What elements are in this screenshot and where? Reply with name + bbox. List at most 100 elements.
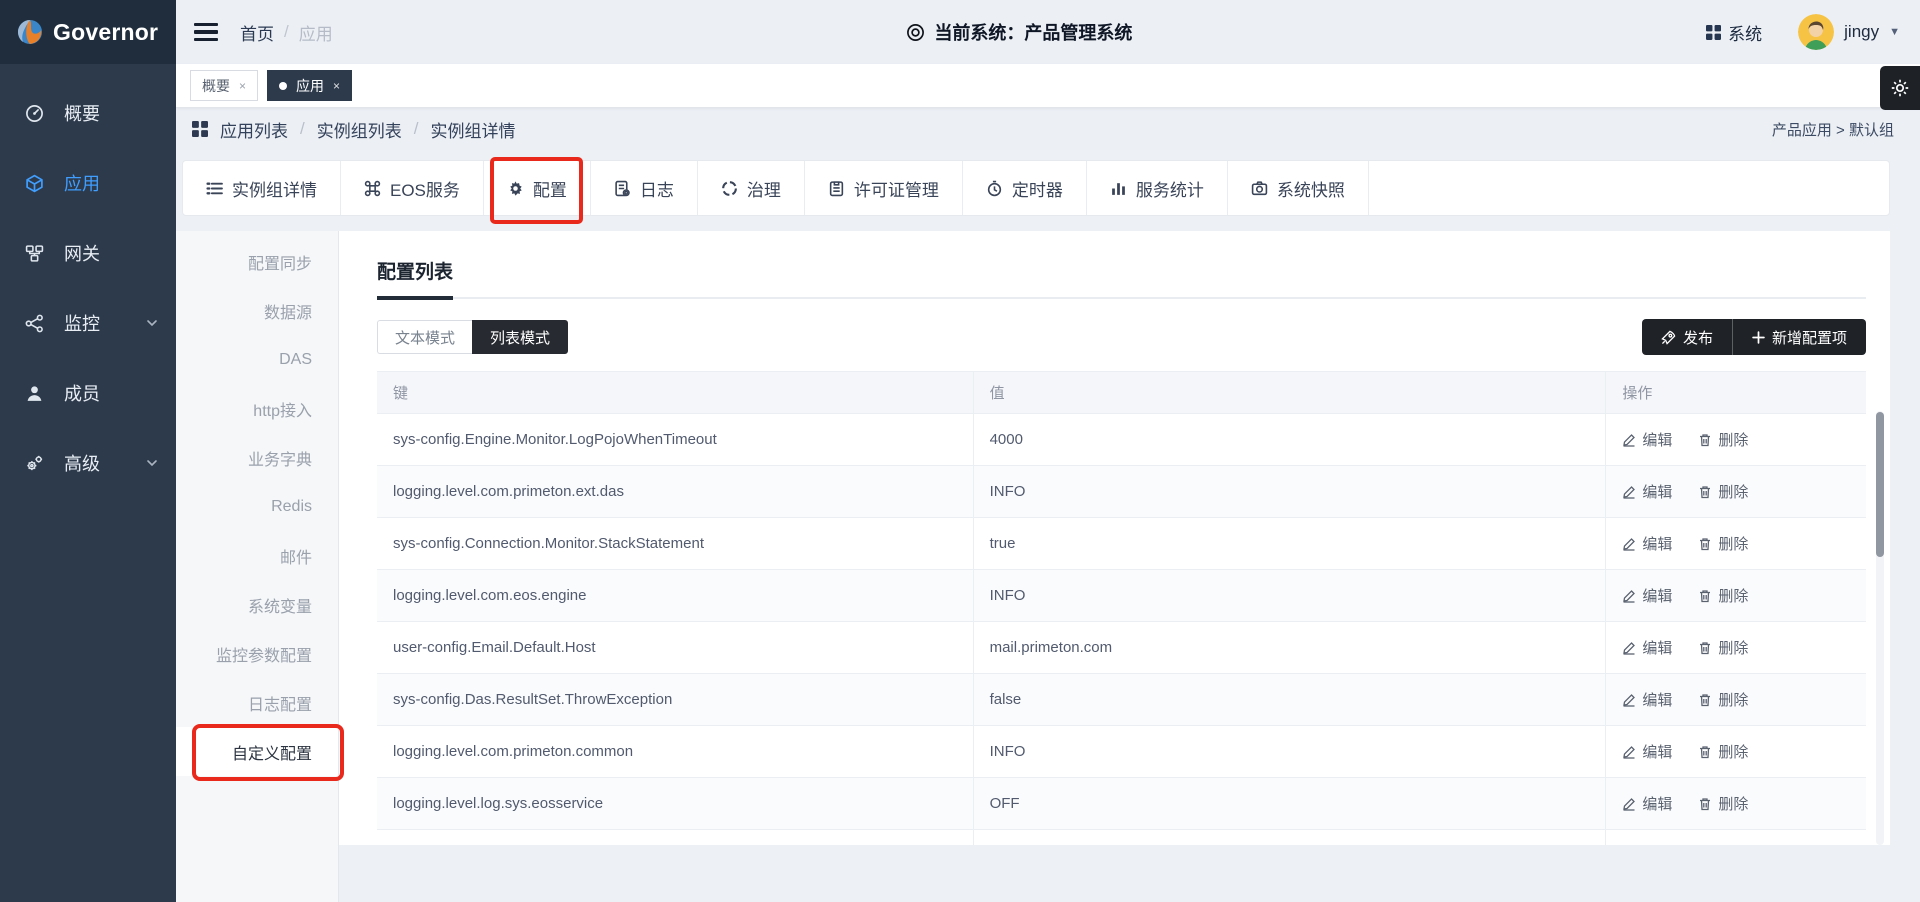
- delete-button[interactable]: 删除: [1698, 481, 1748, 502]
- edit-button[interactable]: 编辑: [1622, 637, 1672, 658]
- app-logo[interactable]: Governor: [0, 0, 176, 64]
- title-underline: [377, 297, 1866, 299]
- config-key: sys-config.Das.ResultSet.ThrowException: [377, 674, 973, 726]
- config-value: OFF: [973, 778, 1606, 830]
- system-menu[interactable]: 系统: [1706, 20, 1762, 45]
- user-caret-down-icon[interactable]: ▼: [1889, 26, 1900, 38]
- tab-license-management[interactable]: 许可证管理: [805, 161, 963, 215]
- pencil-icon: [1622, 433, 1636, 447]
- text-mode-button[interactable]: 文本模式: [377, 320, 472, 354]
- submenu-redis[interactable]: Redis: [176, 482, 338, 531]
- avatar[interactable]: [1798, 14, 1834, 50]
- edit-button[interactable]: 编辑: [1622, 793, 1672, 814]
- topbar-breadcrumb: 首页 / 应用: [240, 20, 333, 45]
- config-key: user-config.Email.Default.Host: [377, 622, 973, 674]
- gear-icon: [1890, 78, 1910, 98]
- delete-button[interactable]: 删除: [1698, 689, 1748, 710]
- table-row: logging.level.com.eos.engine INFO 编辑 删除: [377, 570, 1866, 622]
- tab-logs[interactable]: 日志: [591, 161, 698, 215]
- edit-button[interactable]: 编辑: [1622, 585, 1672, 606]
- config-submenu: 配置同步 数据源 DAS http接入 业务字典 Redis 邮件 系统变量 监…: [176, 231, 339, 902]
- table-scrollbar-thumb[interactable]: [1876, 412, 1884, 557]
- edit-button[interactable]: 编辑: [1622, 481, 1672, 502]
- governor-logo-icon: [16, 18, 44, 46]
- submenu-monitor-params[interactable]: 监控参数配置: [176, 629, 338, 678]
- tab-timer[interactable]: 定时器: [963, 161, 1087, 215]
- breadcrumb-instance-group-list[interactable]: 实例组列表: [317, 117, 402, 142]
- close-icon[interactable]: ×: [333, 79, 340, 93]
- breadcrumb-app-list[interactable]: 应用列表: [220, 117, 288, 142]
- table-row: logging.level.com.primeton.engine INFO 编…: [377, 830, 1866, 845]
- tab-instance-group-detail[interactable]: 实例组详情: [183, 161, 341, 215]
- row-actions: 编辑 删除: [1605, 518, 1866, 570]
- submenu-system-vars[interactable]: 系统变量: [176, 580, 338, 629]
- edit-button[interactable]: 编辑: [1622, 741, 1672, 762]
- submenu-datasource[interactable]: 数据源: [176, 286, 338, 335]
- config-value: 4000: [973, 414, 1606, 466]
- page-tab-application[interactable]: 应用 ×: [267, 70, 352, 101]
- close-icon[interactable]: ×: [239, 79, 246, 93]
- config-value: true: [973, 518, 1606, 570]
- trash-icon: [1698, 433, 1712, 447]
- delete-button[interactable]: 删除: [1698, 585, 1748, 606]
- license-icon: [828, 180, 845, 197]
- tab-service-stats[interactable]: 服务统计: [1087, 161, 1228, 215]
- tab-config[interactable]: 配置: [484, 161, 591, 215]
- delete-button[interactable]: 删除: [1698, 429, 1748, 450]
- delete-button[interactable]: 删除: [1698, 637, 1748, 658]
- tab-governance[interactable]: 治理: [698, 161, 805, 215]
- submenu-custom-config[interactable]: 自定义配置: [176, 727, 338, 776]
- tab-eos-service[interactable]: EOS服务: [341, 161, 484, 215]
- sidebar-item-members[interactable]: 成员: [0, 358, 176, 428]
- pencil-icon: [1622, 797, 1636, 811]
- sidebar-item-advanced[interactable]: 高级: [0, 428, 176, 498]
- sidebar-item-overview[interactable]: 概要: [0, 78, 176, 148]
- submenu-mail[interactable]: 邮件: [176, 531, 338, 580]
- tab-system-snapshot[interactable]: 系统快照: [1228, 161, 1369, 215]
- header-value: 值: [973, 372, 1606, 414]
- trash-icon: [1698, 641, 1712, 655]
- brand-name: Governor: [53, 19, 158, 46]
- submenu-http-access[interactable]: http接入: [176, 384, 338, 433]
- pencil-icon: [1622, 641, 1636, 655]
- trash-icon: [1698, 693, 1712, 707]
- page-tab-overview[interactable]: 概要 ×: [190, 70, 258, 101]
- pencil-icon: [1622, 485, 1636, 499]
- sidebar-item-gateway[interactable]: 网关: [0, 218, 176, 288]
- rocket-icon: [1661, 330, 1676, 345]
- config-key: logging.level.com.primeton.ext.das: [377, 466, 973, 518]
- cube-icon: [24, 174, 44, 193]
- plus-icon: [1752, 331, 1765, 344]
- hamburger-menu-icon[interactable]: [194, 23, 218, 42]
- breadcrumb-home[interactable]: 首页: [240, 20, 274, 45]
- row-actions: 编辑 删除: [1605, 570, 1866, 622]
- settings-panel-toggle[interactable]: [1880, 66, 1920, 110]
- submenu-config-sync[interactable]: 配置同步: [176, 237, 338, 286]
- username[interactable]: jingy: [1844, 22, 1879, 42]
- sidebar-item-application[interactable]: 应用: [0, 148, 176, 218]
- pencil-icon: [1622, 589, 1636, 603]
- topbar-right: 系统 jingy ▼: [1706, 14, 1900, 50]
- submenu-log-config[interactable]: 日志配置: [176, 678, 338, 727]
- list-mode-button[interactable]: 列表模式: [472, 320, 568, 354]
- config-value: INFO: [973, 726, 1606, 778]
- grid-icon: [192, 121, 208, 137]
- submenu-business-dict[interactable]: 业务字典: [176, 433, 338, 482]
- page-body: 实例组详情 EOS服务 配置 日志 治理: [176, 150, 1920, 902]
- edit-button[interactable]: 编辑: [1622, 533, 1672, 554]
- edit-button[interactable]: 编辑: [1622, 429, 1672, 450]
- topbar: 首页 / 应用 当前系统：产品管理系统 系统 jingy ▼: [176, 0, 1920, 64]
- product-group-label: 产品应用 > 默认组: [1772, 119, 1894, 140]
- table-body: sys-config.Engine.Monitor.LogPojoWhenTim…: [377, 414, 1866, 845]
- sidebar-item-monitor[interactable]: 监控: [0, 288, 176, 358]
- add-config-button[interactable]: 新增配置项: [1732, 319, 1866, 355]
- delete-button[interactable]: 删除: [1698, 533, 1748, 554]
- publish-button[interactable]: 发布: [1642, 319, 1732, 355]
- submenu-das[interactable]: DAS: [176, 335, 338, 384]
- delete-button[interactable]: 删除: [1698, 793, 1748, 814]
- edit-button[interactable]: 编辑: [1622, 689, 1672, 710]
- delete-button[interactable]: 删除: [1698, 741, 1748, 762]
- gears-icon: [24, 454, 44, 473]
- table-row: sys-config.Das.ResultSet.ThrowException …: [377, 674, 1866, 726]
- camera-icon: [1251, 180, 1268, 197]
